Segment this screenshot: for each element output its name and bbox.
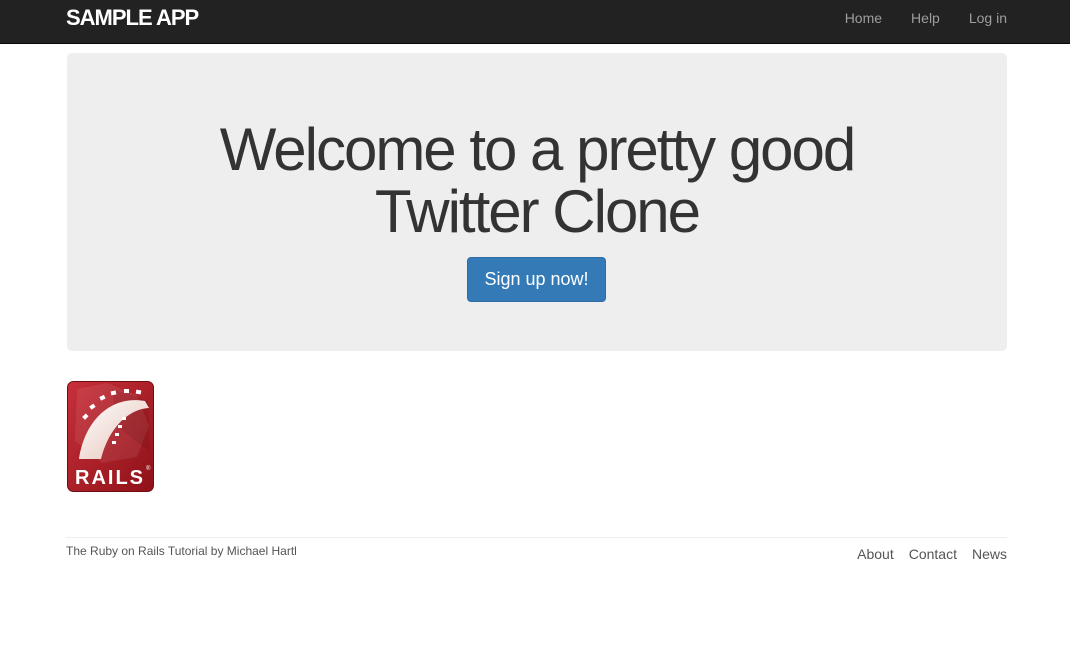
footer-contact-link[interactable]: Contact [909,546,957,562]
nav-help-link[interactable]: Help [911,10,940,26]
hero-headline-line1: Welcome to a pretty good [219,116,857,183]
credit-by: by [210,544,224,558]
hero-headline-line2: Twitter Clone [374,178,701,245]
footer-news-link[interactable]: News [972,546,1007,562]
rails-logo-icon[interactable]: RAILS ® [67,381,154,492]
credit-prefix: The [66,544,87,558]
page-footer: The Ruby on Rails Tutorial by Michael Ha… [66,537,1007,562]
nav-login-link[interactable]: Log in [969,10,1007,26]
footer-nav: About Contact News [857,546,1007,562]
top-navbar: SAMPLE APP Home Help Log in [0,0,1070,44]
rails-tutorial-link[interactable]: Ruby on Rails Tutorial [90,544,207,558]
svg-text:®: ® [146,465,151,472]
footer-about-link[interactable]: About [857,546,894,562]
author-link[interactable]: Michael Hartl [227,544,297,558]
footer-credit: The Ruby on Rails Tutorial by Michael Ha… [66,544,297,558]
main-nav: Home Help Log in [845,10,1007,26]
hero-jumbotron: Welcome to a pretty good Twitter Clone S… [67,53,1007,351]
nav-home-link[interactable]: Home [845,10,882,26]
hero-headline: Welcome to a pretty good Twitter Clone [67,119,1007,243]
rails-logo-text: RAILS [75,467,145,489]
signup-button[interactable]: Sign up now! [467,257,606,302]
app-logo[interactable]: SAMPLE APP [66,6,199,30]
